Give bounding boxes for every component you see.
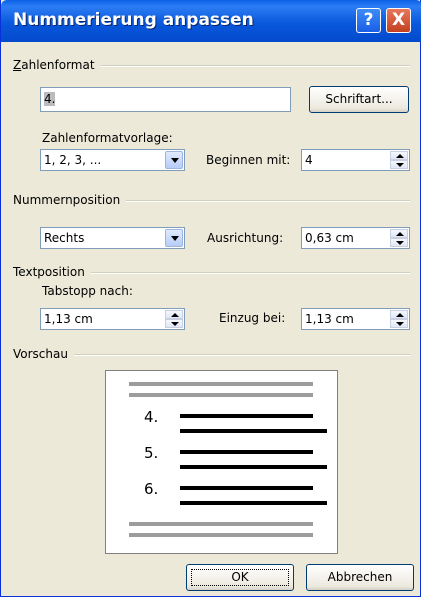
vorschau-group-label: Vorschau [13,347,74,361]
spin-buttons[interactable] [390,229,408,247]
font-button[interactable]: Schriftart... [309,86,409,113]
cancel-button[interactable]: Abbrechen [306,564,414,591]
spin-buttons[interactable] [390,151,408,169]
preview-number: 6. [144,480,159,498]
preview-gray-line [129,533,313,537]
indent-at-label: Einzug bei: [219,311,286,325]
ok-button[interactable]: OK [186,564,294,591]
spin-down-icon[interactable] [165,319,183,328]
textposition-group: Textposition [13,265,410,279]
alignment-at-spinner[interactable]: 0,63 cm [301,227,410,249]
start-at-spinner[interactable]: 4 [301,149,410,171]
spin-down-icon[interactable] [390,319,408,328]
title-bar[interactable]: Nummerierung anpassen ? X [1,0,421,42]
font-button-label: Schriftart... [325,92,393,106]
indent-at-value: 1,13 cm [305,312,354,326]
preview-text-line [180,429,327,433]
close-icon[interactable]: X [386,8,411,33]
preview-text-line [180,501,327,505]
number-style-label: Zahlenformatvorlage: [42,131,173,145]
preview-number: 4. [144,408,159,426]
preview-text-line [180,450,313,454]
spin-buttons[interactable] [165,310,183,328]
number-style-select[interactable]: 1, 2, 3, ... [40,149,185,171]
number-alignment-value: Rechts [44,231,85,245]
preview-gray-line [129,393,313,397]
alignment-at-value: 0,63 cm [305,231,354,245]
preview-text-line [180,414,313,418]
spin-down-icon[interactable] [390,160,408,169]
chevron-down-icon[interactable] [165,151,183,169]
number-style-value: 1, 2, 3, ... [44,153,102,167]
spin-up-icon[interactable] [390,310,408,319]
nummernposition-group: Nummernposition [13,193,410,207]
start-at-value: 4 [305,153,313,167]
start-at-label: Beginnen mit: [206,153,291,167]
spin-down-icon[interactable] [390,238,408,247]
spin-up-icon[interactable] [390,151,408,160]
chevron-down-icon[interactable] [165,229,183,247]
zahlenformat-group-label: Zahlenformat [13,58,101,72]
number-format-input[interactable]: 4. [40,87,291,112]
nummernposition-group-label: Nummernposition [13,193,127,207]
preview-gray-line [129,382,313,386]
number-format-value: 4. [44,92,56,106]
zahlenformat-group: Zahlenformat [13,58,410,72]
spin-buttons[interactable] [390,310,408,328]
help-icon[interactable]: ? [356,8,381,33]
preview-pane: 4. 5. 6. [105,370,338,554]
tab-stop-label: Tabstopp nach: [42,284,133,298]
preview-number: 5. [144,444,159,462]
textposition-group-label: Textposition [13,265,91,279]
window-title: Nummerierung anpassen [13,10,254,30]
number-alignment-select[interactable]: Rechts [40,227,185,249]
vorschau-group: Vorschau [13,347,410,361]
focus-rect [191,569,289,586]
spin-up-icon[interactable] [165,310,183,319]
tab-stop-spinner[interactable]: 1,13 cm [40,308,185,330]
cancel-button-label: Abbrechen [327,570,393,584]
spin-up-icon[interactable] [390,229,408,238]
tab-stop-value: 1,13 cm [44,312,93,326]
preview-text-line [180,486,313,490]
dialog-window: Nummerierung anpassen ? X Zahlenformat 4… [0,0,421,597]
preview-text-line [180,465,327,469]
indent-at-spinner[interactable]: 1,13 cm [301,308,410,330]
preview-gray-line [129,522,313,526]
alignment-at-label: Ausrichtung: [207,231,284,245]
